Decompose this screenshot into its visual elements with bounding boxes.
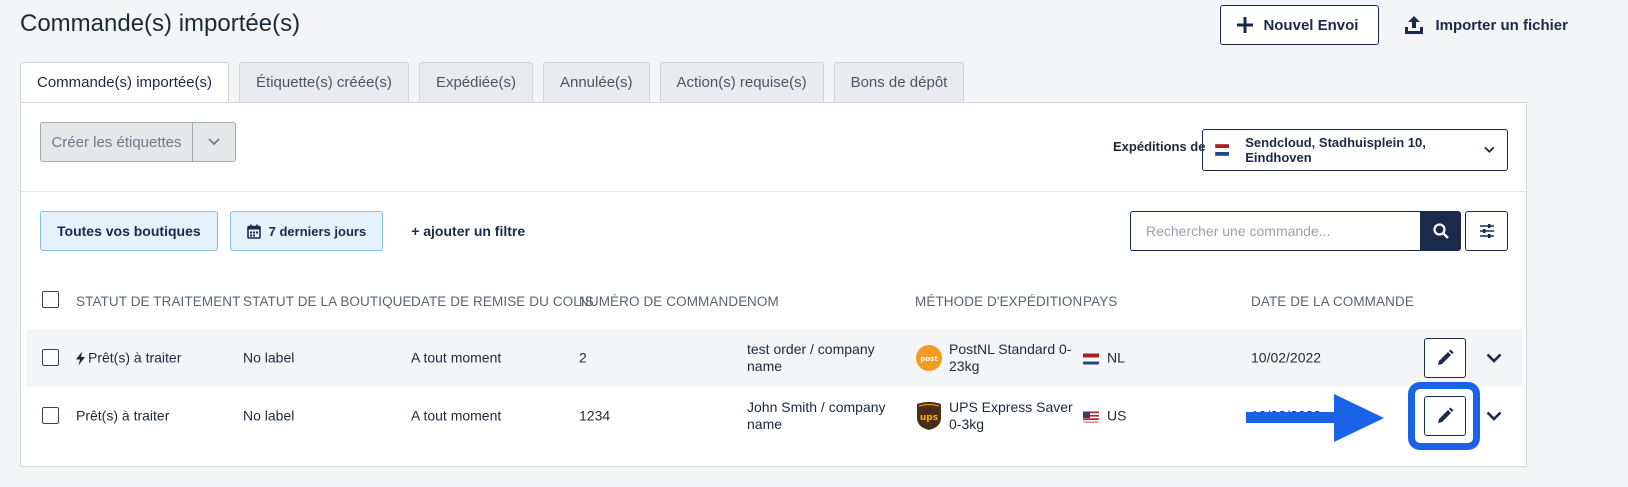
country: US <box>1083 408 1126 425</box>
processing-status: Prêt(s) à traiter <box>76 350 181 367</box>
new-shipment-label: Nouvel Envoi <box>1263 16 1359 34</box>
column-header: MÉTHODE D'EXPÉDITION <box>915 294 1083 309</box>
table-row: Prêt(s) à traiter No label A tout moment… <box>26 387 1522 445</box>
handover-date: A tout moment <box>411 349 502 366</box>
import-file-button[interactable]: Importer un fichier <box>1403 5 1568 45</box>
postnl-logo-icon: post <box>916 345 942 371</box>
table-header: STATUT DE TRAITEMENT STATUT DE LA BOUTIQ… <box>21 291 1526 313</box>
upload-icon <box>1405 16 1424 34</box>
shipments-from-value: Sendcloud, Stadhuisplein 10, Eindhoven <box>1245 135 1426 165</box>
create-labels-dropdown[interactable] <box>193 123 235 161</box>
column-header: PAYS <box>1083 294 1118 309</box>
column-header: STATUT DE LA BOUTIQUE <box>243 294 412 309</box>
expand-row-button[interactable] <box>1484 406 1504 426</box>
orders-panel: Créer les étiquettes Expéditions de Send… <box>20 102 1527 467</box>
sliders-icon <box>1479 224 1494 238</box>
top-actions: Nouvel Envoi Importer un fichier <box>1220 5 1568 45</box>
bulk-toolbar: Créer les étiquettes Expéditions de Send… <box>21 103 1526 192</box>
expand-row-button[interactable] <box>1484 348 1504 368</box>
svg-text:ups: ups <box>920 413 938 423</box>
chevron-down-icon <box>1486 411 1502 421</box>
tab-bar: Commande(s) importée(s) Étiquette(s) cré… <box>20 62 965 103</box>
search-icon <box>1432 223 1449 239</box>
shipping-method: post PostNL Standard 0- 23kg <box>915 341 1071 375</box>
tab-shipped[interactable]: Expédiée(s) <box>418 62 533 102</box>
country: NL <box>1083 350 1125 367</box>
new-shipment-button[interactable]: Nouvel Envoi <box>1220 5 1380 45</box>
calendar-icon <box>246 224 261 239</box>
order-number: 1234 <box>579 407 611 424</box>
edit-order-button[interactable] <box>1424 338 1466 378</box>
pencil-icon <box>1438 407 1454 423</box>
column-header: DATE DE REMISE DU COLIS <box>411 294 594 309</box>
svg-text:post: post <box>920 355 938 363</box>
shop-status: No label <box>243 407 295 424</box>
create-labels-split-button: Créer les étiquettes <box>40 122 236 162</box>
all-shops-filter[interactable]: Toutes vos boutiques <box>40 211 218 251</box>
customer-name: John Smith / company name <box>747 399 886 432</box>
select-all-checkbox[interactable] <box>42 291 59 308</box>
column-header: DATE DE LA COMMANDE <box>1251 294 1414 309</box>
order-date: 10/02/2022 <box>1251 407 1322 424</box>
row-checkbox[interactable] <box>42 349 59 366</box>
order-search-input[interactable] <box>1130 211 1420 251</box>
shop-status: No label <box>243 349 295 366</box>
handover-date: A tout moment <box>411 407 502 424</box>
pencil-icon <box>1438 349 1454 365</box>
import-file-label: Importer un fichier <box>1435 16 1568 34</box>
row-checkbox[interactable] <box>42 407 59 424</box>
chevron-down-icon <box>208 138 220 146</box>
processing-status: Prêt(s) à traiter <box>76 407 170 424</box>
chevron-down-icon <box>1486 353 1502 363</box>
order-search <box>1130 211 1461 251</box>
tab-cancelled[interactable]: Annulée(s) <box>542 62 650 102</box>
search-button[interactable] <box>1420 211 1461 251</box>
customer-name: test order / company name <box>747 341 875 374</box>
page-title: Commande(s) importée(s) <box>20 10 301 37</box>
order-date: 10/02/2022 <box>1251 349 1322 366</box>
usa-flag-icon <box>1083 410 1099 422</box>
table-settings-button[interactable] <box>1465 211 1508 251</box>
lightning-icon <box>76 351 85 365</box>
tab-labels-created[interactable]: Étiquette(s) créée(s) <box>239 62 409 102</box>
column-header: NUMÉRO DE COMMANDE <box>579 294 748 309</box>
date-range-label: 7 derniers jours <box>268 223 367 239</box>
netherlands-flag-icon <box>1083 352 1099 364</box>
tab-deposit-slips[interactable]: Bons de dépôt <box>833 62 965 102</box>
ups-logo-icon: ups <box>917 402 941 430</box>
edit-order-button[interactable] <box>1424 396 1466 436</box>
chevron-down-icon <box>1484 146 1495 154</box>
filter-bar: Toutes vos boutiques 7 derniers jours + … <box>40 211 525 251</box>
netherlands-flag-icon <box>1215 144 1230 156</box>
plus-icon <box>1237 17 1254 33</box>
shipping-method: ups UPS Express Saver 0-3kg <box>915 399 1073 433</box>
table-row: Prêt(s) à traiter No label A tout moment… <box>26 329 1522 387</box>
create-labels-button[interactable]: Créer les étiquettes <box>41 123 193 161</box>
date-range-filter[interactable]: 7 derniers jours <box>229 211 384 251</box>
tab-action-required[interactable]: Action(s) requise(s) <box>659 62 824 102</box>
order-number: 2 <box>579 349 587 366</box>
column-header: NOM <box>747 294 779 309</box>
column-header: STATUT DE TRAITEMENT <box>76 294 241 309</box>
add-filter-button[interactable]: + ajouter un filtre <box>411 223 525 239</box>
shipments-from-select[interactable]: Sendcloud, Stadhuisplein 10, Eindhoven <box>1202 129 1508 171</box>
tab-imported-orders[interactable]: Commande(s) importée(s) <box>20 62 230 103</box>
shipments-from-label: Expéditions de <box>1113 139 1206 154</box>
